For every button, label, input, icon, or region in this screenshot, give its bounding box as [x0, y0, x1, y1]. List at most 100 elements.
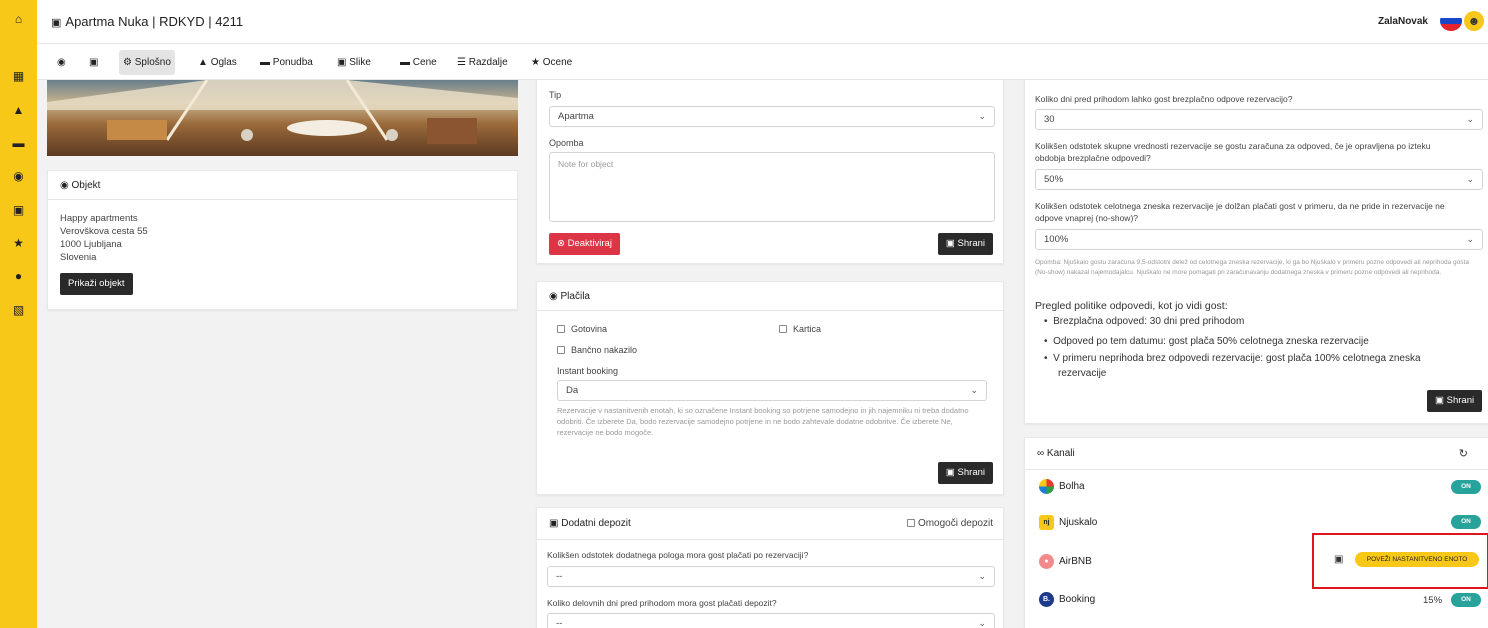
cancellation-note: Opomba: Njuškalo gostu zaračuna 9,5-odst… [1035, 259, 1469, 276]
link-icon: ∞ [1037, 448, 1047, 459]
instant-booking-help: Rezervacije v nastanitvenih enotah, ki s… [557, 406, 969, 437]
chevron-down-icon: ⌄ [978, 571, 986, 581]
home-icon[interactable]: ⌂ [0, 12, 37, 26]
money-icon: ▬ [400, 57, 413, 68]
unit-form-panel: Tip Apartma ⌄ Opomba Note for object ⊗ De… [536, 80, 1004, 264]
booking-commission: 15% [1423, 595, 1443, 606]
sidebar: ⌂ ▦ ▲ ▬ ◉ ▣ ★ ● ▧ [0, 0, 37, 628]
tab-razdalje[interactable]: ☰ Razdalje [453, 50, 512, 75]
channel-toggle[interactable]: ON [1451, 480, 1481, 494]
save-button[interactable]: ▣ Shrani [937, 462, 993, 484]
channel-name: AirBNB [1059, 556, 1092, 567]
money-icon: ◉ [549, 291, 561, 302]
chevron-down-icon: ⌄ [1466, 174, 1474, 184]
bolha-logo-icon [1039, 479, 1054, 494]
booking-logo-icon: B. [1039, 592, 1054, 607]
section-tabs: ◉ ▣ ⚙ Splošno ▲ Oglas ▬ Ponudba ▣ Slike … [37, 44, 1488, 80]
channel-toggle[interactable]: ON [1451, 593, 1481, 607]
policy-bullet-continuation: rezervacije [1058, 368, 1107, 379]
channel-name: Njuskalo [1059, 517, 1098, 528]
page-title: ▣ Apartma Nuka | RDKYD | 4211 [51, 14, 244, 29]
door-icon: ▣ [51, 17, 62, 29]
deposit-days-label: Koliko delovnih dni pred prihodom mora g… [547, 598, 777, 608]
save-button[interactable]: ▣ Shrani [1427, 390, 1483, 412]
no-show-percent-select[interactable]: 100% ⌄ [1035, 229, 1483, 250]
tab-slike[interactable]: ▣ Slike [333, 50, 375, 75]
home-roof-icon[interactable]: ▲ [0, 103, 37, 117]
njuskalo-logo-icon: nj [1039, 515, 1054, 530]
top-bar: ▣ Apartma Nuka | RDKYD | 4211 ZalaNovak ☻ [37, 0, 1488, 44]
home-icon: ▲ [198, 57, 211, 68]
objekt-country: Slovenia [60, 252, 97, 263]
late-cancel-percent-select[interactable]: 50% ⌄ [1035, 169, 1483, 190]
channel-toggle[interactable]: ON [1451, 515, 1481, 529]
deposit-days-select[interactable]: -- ⌄ [547, 613, 995, 628]
signpost-icon: ☰ [457, 57, 469, 68]
objekt-heading: ◉ Objekt [48, 171, 517, 200]
bed-icon: ▬ [260, 57, 273, 68]
deposit-percent-label: Kolikšen odstotek dodatnega pologa mora … [547, 550, 809, 560]
save-button[interactable]: ▣ Shrani [937, 233, 993, 255]
tab-location[interactable]: ◉ [53, 50, 70, 75]
star-icon[interactable]: ★ [0, 236, 37, 250]
tip-select[interactable]: Apartma ⌄ [549, 106, 995, 127]
objekt-name: Happy apartments [60, 213, 138, 224]
save-icon: ▣ [945, 467, 958, 478]
enable-deposit-checkbox[interactable]: Omogoči depozit [906, 518, 993, 529]
close-circle-icon: ⊗ [557, 238, 568, 249]
chevron-down-icon: ⌄ [1466, 114, 1474, 124]
policy-bullet: • Odpoved po tem datumu: gost plača 50% … [1044, 336, 1369, 347]
clipboard-icon[interactable]: ▧ [0, 303, 37, 317]
show-object-button[interactable]: Prikaži objekt [60, 273, 133, 295]
star-icon: ★ [531, 57, 543, 68]
tab-splosno[interactable]: ⚙ Splošno [119, 50, 175, 75]
trash-icon[interactable]: ▣ [1334, 554, 1343, 565]
instant-booking-label: Instant booking [557, 366, 619, 376]
tip-label: Tip [549, 90, 562, 100]
map-marker-icon[interactable]: ◉ [0, 169, 37, 183]
channel-name: Bolha [1059, 481, 1085, 492]
free-cancel-days-select[interactable]: 30 ⌄ [1035, 109, 1483, 130]
avatar[interactable]: ☻ [1464, 11, 1484, 31]
deactivate-button[interactable]: ⊗ Deaktiviraj [549, 233, 620, 255]
map-marker-icon: ◉ [60, 180, 72, 191]
door-icon[interactable]: ▣ [0, 203, 37, 217]
deposit-percent-select[interactable]: -- ⌄ [547, 566, 995, 587]
door-icon: ▣ [89, 57, 99, 68]
calendar-icon[interactable]: ▦ [0, 69, 37, 83]
bank-transfer-checkbox[interactable]: Bančno nakazilo [557, 345, 637, 355]
policy-bullet: • Brezplačna odpoved: 30 dni pred prihod… [1044, 316, 1245, 327]
unit-photo [47, 80, 518, 156]
opomba-textarea[interactable]: Note for object [549, 152, 995, 222]
tab-oglas[interactable]: ▲ Oglas [194, 50, 241, 75]
images-icon: ▣ [337, 57, 350, 68]
cash-icon: ▣ [549, 518, 562, 529]
map-marker-icon: ◉ [57, 57, 66, 68]
refresh-icon[interactable]: ↻ [1459, 447, 1468, 460]
info-icon[interactable]: ● [0, 269, 37, 283]
chevron-down-icon: ⌄ [978, 618, 986, 628]
tab-unit[interactable]: ▣ [85, 50, 102, 75]
user-name[interactable]: ZalaNovak [1378, 16, 1428, 27]
save-icon: ▣ [1435, 395, 1447, 406]
chevron-down-icon: ⌄ [970, 385, 978, 395]
late-cancel-percent-label: Kolikšen odstotek skupne vrednosti rezer… [1035, 141, 1431, 163]
connect-unit-button[interactable]: POVEŽI NASTANITVENO ENOTO [1355, 552, 1479, 567]
cash-checkbox[interactable]: Gotovina [557, 324, 607, 334]
tab-ponudba[interactable]: ▬ Ponudba [256, 50, 317, 75]
instant-booking-select[interactable]: Da ⌄ [557, 380, 987, 401]
card-checkbox[interactable]: Kartica [779, 324, 821, 334]
money-stack-icon[interactable]: ▬ [0, 136, 37, 150]
channels-heading: ∞ Kanali [1025, 438, 1488, 470]
free-cancel-days-label: Koliko dni pred prihodom lahko gost brez… [1035, 94, 1293, 104]
save-icon: ▣ [945, 238, 958, 249]
payments-panel: ◉ Plačila Gotovina Kartica Bančno nakazi… [536, 281, 1004, 495]
tab-cene[interactable]: ▬ Cene [396, 50, 441, 75]
tent-interior-illustration [47, 80, 518, 144]
channel-name: Booking [1059, 594, 1096, 605]
policy-bullet: • V primeru neprihoda brez odpovedi reze… [1044, 353, 1421, 364]
policy-summary-title: Pregled politike odpovedi, kot jo vidi g… [1035, 300, 1228, 312]
slovenia-flag-icon[interactable] [1440, 11, 1462, 31]
deposit-panel: ▣ Dodatni depozit Omogoči depozit Kolikš… [536, 507, 1004, 628]
tab-ocene[interactable]: ★ Ocene [527, 50, 576, 75]
